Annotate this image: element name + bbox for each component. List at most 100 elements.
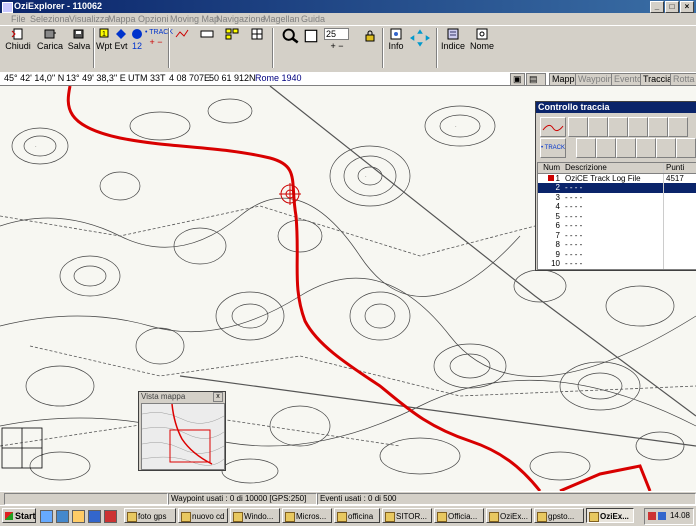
zoom-level-select[interactable]: 25 + − [324, 28, 350, 54]
overview-view-rectangle[interactable] [169, 429, 211, 463]
taskbar-item-sitor[interactable]: SITOR... [382, 508, 432, 523]
track-up-button[interactable] [636, 138, 656, 158]
desktop-icon[interactable] [40, 510, 53, 523]
track-color-button[interactable] [648, 117, 668, 137]
load-button[interactable]: Carica [36, 28, 64, 54]
track-split-button[interactable] [608, 117, 628, 137]
browser-icon[interactable] [56, 510, 69, 523]
taskbar-item-gpsto[interactable]: gpsto... [534, 508, 584, 523]
menu-seleziona[interactable]: Seleziona [30, 14, 70, 24]
col-points[interactable]: Punti [663, 163, 696, 173]
menu-navigazione[interactable]: Navigazione [216, 14, 266, 24]
track-wave-icon [542, 124, 564, 132]
track-info-button[interactable] [588, 117, 608, 137]
track-row[interactable]: 9- - - - [538, 249, 696, 259]
tab-rotta[interactable]: Rotta [670, 73, 696, 86]
col-description[interactable]: Descrizione [563, 163, 663, 173]
track-down-button[interactable] [656, 138, 676, 158]
track-row[interactable]: 10- - - - [538, 259, 696, 269]
zoom-button[interactable] [280, 28, 300, 54]
save-button[interactable]: Salva [66, 28, 92, 54]
taskbar-item-oziex-active[interactable]: OziEx... [586, 508, 634, 523]
menu-magellan[interactable]: Magellan [263, 14, 300, 24]
word-icon[interactable] [88, 510, 101, 523]
screenshot-icon[interactable]: ▣ [510, 73, 525, 86]
close-map-button[interactable]: Chiudi [2, 28, 34, 54]
toolbar-separator [168, 28, 170, 68]
show-track-button[interactable] [171, 28, 193, 54]
navigate-arrows-button[interactable] [409, 28, 431, 54]
show-route-button[interactable] [196, 28, 218, 54]
overview-close-button[interactable]: x [213, 392, 223, 402]
tray-icon[interactable] [648, 512, 656, 520]
menu-guida[interactable]: Guida [301, 14, 325, 24]
index-button[interactable]: Indice [441, 28, 465, 54]
menu-file[interactable]: File [11, 14, 26, 24]
info-button[interactable]: Info [386, 28, 406, 54]
menu-opzioni[interactable]: Opzioni [138, 14, 169, 24]
taskbar-item-officia[interactable]: Officia... [434, 508, 484, 523]
map-overview-button[interactable] [302, 28, 320, 54]
index-icon [447, 28, 459, 40]
menu-mappa[interactable]: Mappa [108, 14, 136, 24]
track-join-button[interactable] [628, 117, 648, 137]
track-row[interactable]: 3- - - - [538, 192, 696, 202]
quicklaunch-icon[interactable] [104, 510, 117, 523]
overview-map-window[interactable]: Vista mappa x [138, 391, 226, 471]
track-display-button[interactable] [540, 117, 566, 137]
taskbar: Start foto gps nuovo cd Windo... Micros.… [0, 505, 696, 526]
taskbar-item-oziex-1[interactable]: OziEx... [486, 508, 532, 523]
col-num[interactable]: Num [538, 163, 563, 173]
track-row[interactable]: 8- - - - [538, 240, 696, 250]
zoom-in-out-icon[interactable]: + − [324, 41, 350, 51]
waypoint-number-button[interactable]: 12 [130, 28, 144, 54]
track-edit-button[interactable] [568, 117, 588, 137]
taskbar-item-foto-gps[interactable]: foto gps [124, 508, 176, 523]
svg-text:·: · [35, 144, 37, 150]
track-menu-button[interactable] [676, 138, 696, 158]
taskbar-item-microsoft[interactable]: Micros... [282, 508, 332, 523]
track-row[interactable]: 6- - - - [538, 221, 696, 231]
maximize-button[interactable]: □ [665, 1, 679, 13]
menu-moving-map[interactable]: Moving Map [170, 14, 219, 24]
menu-visualizza[interactable]: Visualizza [69, 14, 109, 24]
toolbar-separator [436, 28, 438, 68]
track-log-button[interactable]: • TRACK [540, 138, 566, 158]
track-row[interactable]: 2- - - - [538, 183, 696, 193]
lock-button[interactable] [361, 28, 379, 54]
cursor-crosshair [279, 183, 301, 205]
track-row[interactable]: 4- - - - [538, 202, 696, 212]
track-width-button[interactable] [668, 117, 688, 137]
event-button[interactable]: Evt [113, 28, 129, 54]
explorer-icon[interactable] [72, 510, 85, 523]
title-bar: OziExplorer - 110062 _ □ × [0, 0, 696, 13]
track-save-button[interactable] [596, 138, 616, 158]
name-button[interactable]: Nome [470, 28, 494, 54]
track-load-button[interactable] [576, 138, 596, 158]
close-window-button[interactable]: × [680, 1, 694, 13]
track-row[interactable]: 5- - - - [538, 211, 696, 221]
taskbar-item-nuovo-cd[interactable]: nuovo cd [178, 508, 228, 523]
show-grid-button[interactable] [246, 28, 268, 54]
track-row[interactable]: 1 OziCE Track Log File 4517 [538, 173, 696, 183]
save-view-icon[interactable]: ▤ [526, 73, 546, 86]
taskbar-item-officina[interactable]: officina [334, 508, 380, 523]
show-waypoints-button[interactable] [221, 28, 243, 54]
magnifier-icon [282, 28, 299, 44]
overview-map-canvas[interactable] [141, 403, 225, 470]
track-list[interactable]: Num Descrizione Punti 1 OziCE Track Log F… [537, 162, 696, 270]
start-button[interactable]: Start [2, 508, 36, 523]
track-row[interactable]: 7- - - - [538, 230, 696, 240]
zoom-level-value[interactable]: 25 [324, 28, 349, 40]
tray-icon[interactable] [658, 512, 666, 520]
track-button[interactable]: • TRACK + − [145, 28, 173, 54]
minimize-button[interactable]: _ [650, 1, 664, 13]
waypoint-button[interactable]: 1 Wpt [96, 28, 112, 54]
route-icon [200, 30, 214, 38]
save-icon [73, 29, 84, 39]
taskbar-item-windows[interactable]: Windo... [230, 508, 280, 523]
svg-text:·: · [455, 124, 457, 130]
track-properties-button[interactable] [616, 138, 636, 158]
datum: Rome 1940 [255, 73, 302, 83]
track-panel-title: Controllo traccia [536, 102, 696, 113]
